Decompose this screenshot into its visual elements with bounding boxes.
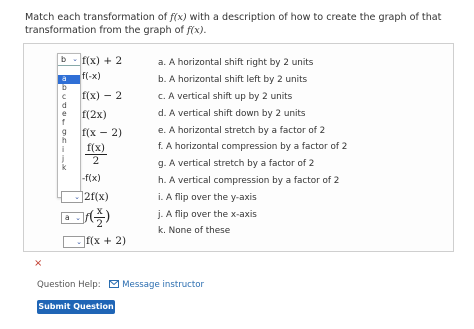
chevron-down-icon: ⌄ bbox=[75, 214, 81, 222]
description-item: f. A horizontal compression by a factor … bbox=[158, 142, 348, 152]
prompt-end: . bbox=[203, 25, 207, 36]
description-item: j. A flip over the x-axis bbox=[158, 210, 257, 220]
fraction-numerator: f(x) bbox=[85, 142, 108, 155]
description-item: k. None of these bbox=[158, 226, 231, 236]
message-instructor-link[interactable]: Message instructor bbox=[109, 280, 204, 290]
transformation-label: f(x − 2) bbox=[82, 127, 123, 139]
transformation-label: f(x) − 2 bbox=[82, 90, 123, 102]
answer-dropdown[interactable]: ⌄ bbox=[61, 191, 83, 203]
prompt-text-1: Match each transformation of bbox=[25, 12, 171, 23]
description-item: a. A horizontal shift right by 2 units bbox=[158, 58, 314, 68]
answer-dropdown[interactable]: a ⌄ bbox=[61, 212, 84, 224]
fraction-numerator: x bbox=[94, 205, 106, 218]
incorrect-mark-icon: × bbox=[34, 258, 43, 269]
answer-dropdown[interactable]: ⌄ bbox=[63, 236, 85, 248]
transformation-label: f(x) + 2 bbox=[82, 55, 123, 67]
transformation-label: f(x + 2) bbox=[86, 235, 127, 247]
fraction-denominator: 2 bbox=[92, 155, 100, 167]
fraction-denominator: 2 bbox=[96, 218, 104, 230]
transformation-fraction: f(x) 2 bbox=[85, 142, 108, 167]
transformation-label: f(2x) bbox=[82, 109, 107, 121]
prompt-function-2: f(x) bbox=[186, 25, 204, 36]
chevron-down-icon: ⌄ bbox=[76, 238, 82, 246]
transformation-label: -f(x) bbox=[82, 174, 101, 184]
chevron-down-icon: ⌄ bbox=[72, 55, 78, 63]
answer-dropdown-open[interactable]: b ⌄ a b c d e f g h i j k bbox=[57, 53, 81, 198]
help-label: Question Help: bbox=[37, 280, 101, 290]
dropdown-header[interactable]: b ⌄ bbox=[58, 54, 80, 66]
dropdown-option[interactable]: k bbox=[58, 163, 80, 173]
envelope-icon bbox=[109, 280, 120, 288]
description-item: g. A vertical stretch by a factor of 2 bbox=[158, 159, 315, 169]
description-item: c. A vertical shift up by 2 units bbox=[158, 92, 293, 102]
transformation-fraction: f(x 2) bbox=[85, 205, 111, 230]
description-item: i. A flip over the y-axis bbox=[158, 193, 257, 203]
description-item: e. A horizontal stretch by a factor of 2 bbox=[158, 126, 326, 136]
dropdown-value: a bbox=[65, 213, 70, 222]
description-item: h. A vertical compression by a factor of… bbox=[158, 176, 340, 186]
question-prompt: Match each transformation of f(x) with a… bbox=[25, 11, 465, 37]
dropdown-selected-value: b bbox=[61, 55, 67, 64]
description-item: b. A horizontal shift left by 2 units bbox=[158, 75, 308, 85]
message-instructor-label: Message instructor bbox=[122, 280, 205, 290]
transformation-label: f(-x) bbox=[82, 72, 101, 82]
chevron-down-icon: ⌄ bbox=[74, 193, 80, 201]
description-item: d. A vertical shift down by 2 units bbox=[158, 109, 306, 119]
transformation-label: 2f(x) bbox=[84, 191, 109, 203]
submit-question-button[interactable]: Submit Question bbox=[37, 300, 115, 314]
question-help: Question Help: Message instructor bbox=[37, 280, 204, 290]
prompt-function: f(x) bbox=[170, 12, 187, 23]
